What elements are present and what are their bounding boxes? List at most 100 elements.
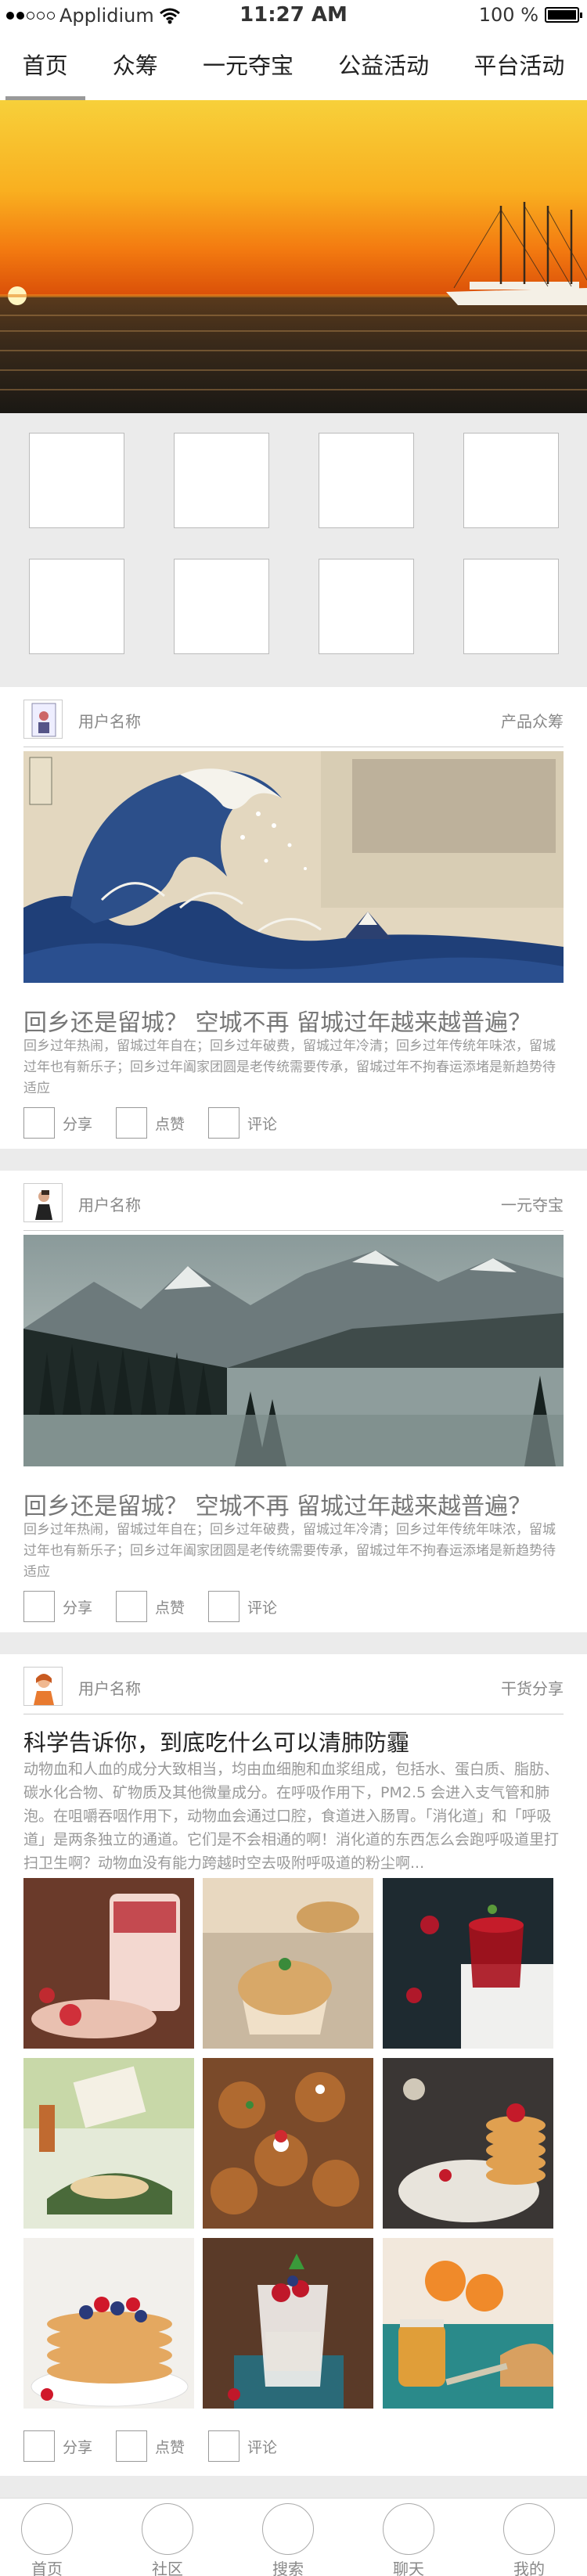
share-button[interactable]: 分享 (23, 1591, 92, 1622)
comment-label: 评论 (247, 1599, 278, 1617)
shortcut-tile[interactable] (319, 559, 414, 654)
comment-icon (208, 2430, 240, 2462)
card-excerpt: 动物血和人血的成分大致相当，均由血细胞和血浆组成，包括水、蛋白质、脂肪、碳水化合… (23, 1761, 560, 1872)
card-excerpt: 回乡过年热闹，留城过年自在；回乡过年破费，留城过年冷清；回乡过年传统年味浓，留城… (23, 1038, 556, 1096)
shortcut-tile[interactable] (29, 559, 124, 654)
feed-card: 用户名称 产品众筹 回乡还是留城？ 空城不再 留城过年越来越普遍？ 回乡过年热闹… (0, 687, 587, 1149)
card-header: 用户名称 干货分享 (23, 1667, 564, 1711)
avatar[interactable] (23, 700, 63, 739)
share-icon (23, 1591, 55, 1622)
divider (23, 1230, 564, 1231)
photo-thumbnail[interactable] (203, 1878, 373, 2049)
battery-info: 100 % (478, 4, 582, 26)
bottom-nav-home[interactable]: 首页 (8, 2503, 86, 2576)
top-tab-bar: 首页 众筹 一元夺宝 公益活动 平台活动 (0, 31, 587, 100)
like-icon (116, 1107, 148, 1139)
share-label: 分享 (63, 1599, 93, 1617)
photo-thumbnail[interactable] (383, 2238, 553, 2409)
share-button[interactable]: 分享 (23, 2430, 92, 2462)
profile-icon (503, 2503, 555, 2555)
battery-icon (545, 7, 582, 23)
comment-label: 评论 (247, 2438, 278, 2456)
like-icon (116, 1591, 148, 1622)
card-image[interactable] (23, 751, 564, 983)
comment-label: 评论 (247, 1115, 278, 1133)
comment-button[interactable]: 评论 (208, 2430, 277, 2462)
card-title[interactable]: 回乡还是留城？ 空城不再 留城过年越来越普遍？ (23, 1487, 564, 1521)
avatar[interactable] (23, 1667, 63, 1706)
shortcut-tile[interactable] (463, 433, 559, 528)
photo-thumbnail[interactable] (23, 2058, 194, 2229)
community-icon (142, 2503, 193, 2555)
category-label: 产品众筹 (501, 712, 564, 731)
like-label: 点赞 (155, 2438, 185, 2456)
share-label: 分享 (63, 1115, 93, 1133)
avatar[interactable] (23, 1183, 63, 1222)
share-icon (23, 2430, 55, 2462)
card-actions: 分享 点赞 评论 (23, 1591, 277, 1622)
shortcut-grid (0, 413, 587, 687)
battery-percent: 100 % (478, 4, 538, 26)
status-bar: Applidium 11:27 AM 100 % (0, 0, 587, 31)
bottom-nav-label: 社区 (152, 2560, 183, 2576)
like-button[interactable]: 点赞 (116, 1591, 185, 1622)
bottom-tab-bar: 首页 社区 搜索 聊天 我的 (0, 2498, 587, 2576)
username[interactable]: 用户名称 (78, 1676, 141, 1699)
like-icon (116, 2430, 148, 2462)
bottom-nav-profile[interactable]: 我的 (490, 2503, 568, 2576)
shortcut-tile[interactable] (174, 559, 269, 654)
shortcut-tile[interactable] (174, 433, 269, 528)
feed-card: 用户名称 一元夺宝 回乡还是留城？ 空城不再 留城过年越来越普遍？ 回乡过年热闹… (0, 1171, 587, 1632)
tab-charity[interactable]: 公益活动 (337, 31, 430, 100)
tab-one-yuan-lottery[interactable]: 一元夺宝 (201, 31, 295, 100)
card-title[interactable]: 科学告诉你，到底吃什么可以清肺防霾 (23, 1725, 409, 1758)
card-image[interactable] (23, 1235, 564, 1466)
bottom-nav-chat[interactable]: 聊天 (369, 2503, 448, 2576)
shortcut-tile[interactable] (29, 433, 124, 528)
photo-thumbnail[interactable] (203, 2238, 373, 2409)
username[interactable]: 用户名称 (78, 1193, 141, 1215)
like-button[interactable]: 点赞 (116, 1107, 185, 1139)
share-label: 分享 (63, 2438, 93, 2456)
category-label: 干货分享 (501, 1679, 564, 1698)
card-header: 用户名称 产品众筹 (23, 700, 564, 743)
card-actions: 分享 点赞 评论 (23, 1107, 277, 1139)
category-label: 一元夺宝 (501, 1196, 564, 1214)
comment-icon (208, 1107, 240, 1139)
photo-thumbnail[interactable] (203, 2058, 373, 2229)
comment-button[interactable]: 评论 (208, 1107, 277, 1139)
tab-platform-events[interactable]: 平台活动 (472, 31, 566, 100)
comment-icon (208, 1591, 240, 1622)
card-title[interactable]: 回乡还是留城？ 空城不再 留城过年越来越普遍？ (23, 1003, 564, 1038)
bottom-nav-community[interactable]: 社区 (128, 2503, 207, 2576)
share-icon (23, 1107, 55, 1139)
like-button[interactable]: 点赞 (116, 2430, 185, 2462)
username[interactable]: 用户名称 (78, 709, 141, 732)
mountain-lake-image (23, 1235, 564, 1466)
bottom-nav-label: 我的 (513, 2560, 545, 2576)
card-header: 用户名称 一元夺宝 (23, 1183, 564, 1227)
shortcut-tile[interactable] (463, 559, 559, 654)
hero-banner[interactable] (0, 100, 587, 413)
tab-crowdfunding[interactable]: 众筹 (111, 31, 160, 100)
like-label: 点赞 (155, 1599, 185, 1617)
card-excerpt: 回乡过年热闹，留城过年自在；回乡过年破费，留城过年冷清；回乡过年传统年味浓，留城… (23, 1522, 556, 1580)
bottom-nav-label: 搜索 (272, 2560, 304, 2576)
shortcut-tile[interactable] (319, 433, 414, 528)
bottom-nav-label: 聊天 (393, 2560, 424, 2576)
search-icon (262, 2503, 314, 2555)
great-wave-image (23, 751, 564, 983)
photo-thumbnail[interactable] (23, 2238, 194, 2409)
share-button[interactable]: 分享 (23, 1107, 92, 1139)
feed-card: 用户名称 干货分享 科学告诉你，到底吃什么可以清肺防霾 动物血和人血的成分大致相… (0, 1654, 587, 2476)
bottom-nav-label: 首页 (31, 2560, 63, 2576)
chat-icon (383, 2503, 434, 2555)
photo-thumbnail[interactable] (383, 1878, 553, 2049)
bottom-nav-search[interactable]: 搜索 (249, 2503, 327, 2576)
tab-home[interactable]: 首页 (5, 31, 85, 100)
home-icon (21, 2503, 73, 2555)
photo-thumbnail[interactable] (383, 2058, 553, 2229)
comment-button[interactable]: 评论 (208, 1591, 277, 1622)
like-label: 点赞 (155, 1115, 185, 1133)
photo-thumbnail[interactable] (23, 1878, 194, 2049)
